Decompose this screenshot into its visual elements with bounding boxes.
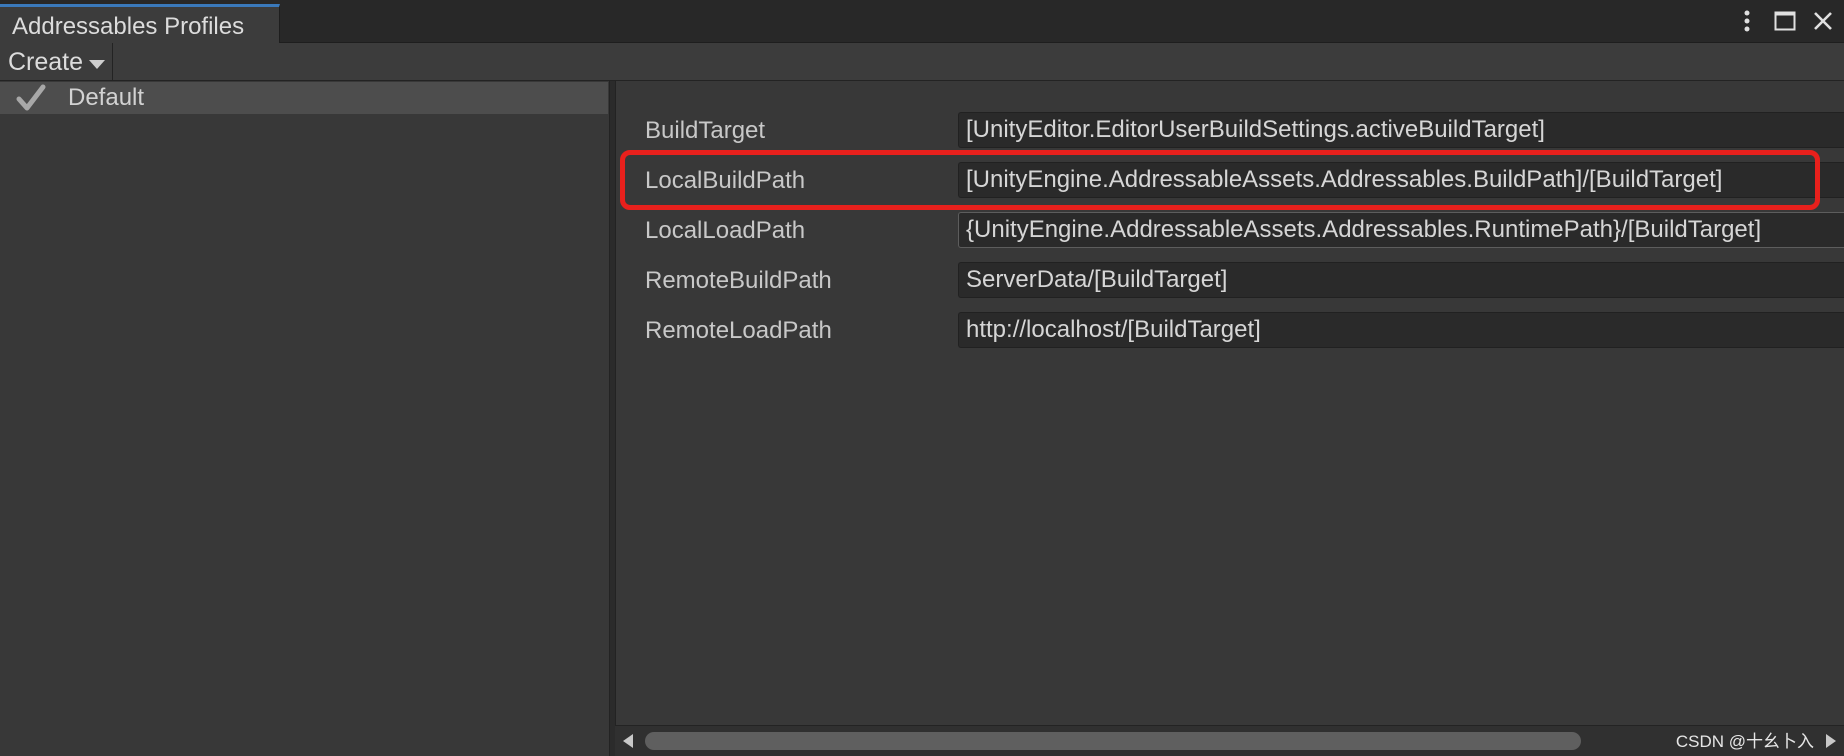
profile-item-label: Default [68,84,145,111]
addressables-profiles-window: Addressables Profiles Create Default Bui… [0,0,1844,756]
localbuildpath-field[interactable]: [UnityEngine.AddressableAssets.Addressab… [958,162,1844,198]
field-row-buildtarget: BuildTarget [UnityEditor.EditorUserBuild… [616,109,1844,151]
remotebuildpath-field[interactable]: ServerData/[BuildTarget] [958,262,1844,298]
tab-addressables-profiles[interactable]: Addressables Profiles [0,4,280,43]
field-row-remotebuildpath: RemoteBuildPath ServerData/[BuildTarget] [616,259,1844,301]
horizontal-scrollbar[interactable] [615,725,1844,756]
profile-item-default[interactable]: Default [0,82,608,114]
create-button-label: Create [8,48,84,76]
field-row-remoteloadpath: RemoteLoadPath http://localhost/[BuildTa… [616,309,1844,351]
create-dropdown-button[interactable]: Create [0,43,113,80]
profiles-list-panel: Default [0,81,610,756]
remoteloadpath-field[interactable]: http://localhost/[BuildTarget] [958,312,1844,348]
scroll-left-arrow-icon[interactable] [623,734,633,748]
scrollbar-thumb[interactable] [645,732,1581,750]
maximize-icon[interactable] [1772,8,1798,34]
watermark: CSDN @十幺卜入 [1675,732,1814,751]
field-label: BuildTarget [645,117,766,144]
field-row-localbuildpath: LocalBuildPath [UnityEngine.AddressableA… [616,159,1844,201]
localloadpath-field[interactable]: {UnityEngine.AddressableAssets.Addressab… [958,212,1844,248]
buildtarget-field[interactable]: [UnityEditor.EditorUserBuildSettings.act… [958,112,1844,148]
more-vert-icon[interactable] [1734,8,1760,34]
tab-bar: Addressables Profiles [0,0,1844,43]
close-icon[interactable] [1810,8,1836,34]
dropdown-arrow-icon [89,60,106,69]
toolbar: Create [0,43,1844,81]
field-label: RemoteLoadPath [645,317,832,344]
check-icon [14,83,48,113]
profile-variables-panel: BuildTarget [UnityEditor.EditorUserBuild… [615,81,1844,756]
field-label: RemoteBuildPath [645,267,832,294]
field-label: LocalLoadPath [645,217,806,244]
field-row-localloadpath: LocalLoadPath {UnityEngine.AddressableAs… [616,209,1844,251]
field-label: LocalBuildPath [645,167,806,194]
window-controls [1734,6,1836,36]
scroll-right-arrow-icon[interactable] [1826,734,1836,748]
